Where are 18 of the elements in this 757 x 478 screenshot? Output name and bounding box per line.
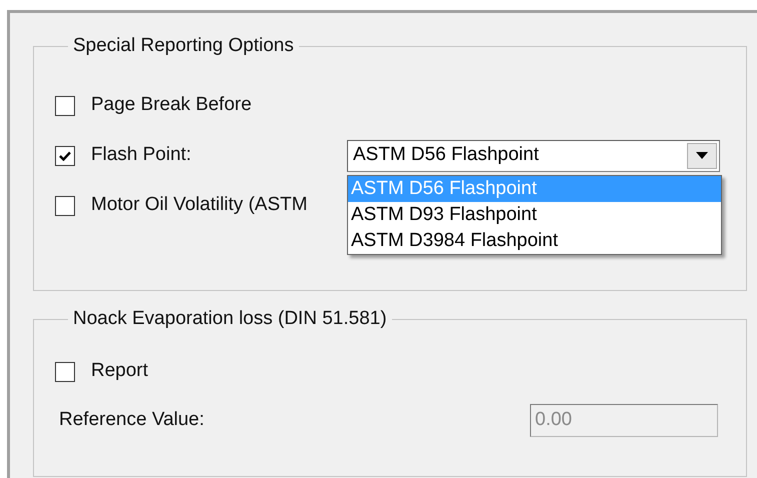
caret-icon [696, 152, 708, 159]
dropdown-option[interactable]: ASTM D3984 Flashpoint [348, 228, 721, 254]
checkbox-label: Report [91, 359, 148, 384]
checkbox[interactable] [55, 362, 75, 382]
dropdown-value: ASTM D56 Flashpoint [353, 143, 540, 168]
checkbox[interactable] [55, 196, 75, 216]
checkbox-label: Flash Point: [91, 143, 192, 168]
checkmark-icon [59, 150, 71, 160]
dropdown-button[interactable] [687, 142, 717, 168]
checkbox-label: Page Break Before [91, 93, 252, 118]
checkbox[interactable] [55, 146, 75, 166]
field-label: Reference Value: [59, 408, 204, 432]
checkbox[interactable] [55, 96, 75, 116]
group-title: Special Reporting Options [72, 34, 295, 58]
dropdown-field[interactable]: ASTM D56 Flashpoint [347, 140, 720, 172]
dropdown-option[interactable]: ASTM D93 Flashpoint [348, 202, 721, 228]
checkbox-label: Motor Oil Volatility (ASTM [91, 193, 308, 218]
group-title: Noack Evaporation loss (DIN 51.581) [72, 307, 388, 331]
